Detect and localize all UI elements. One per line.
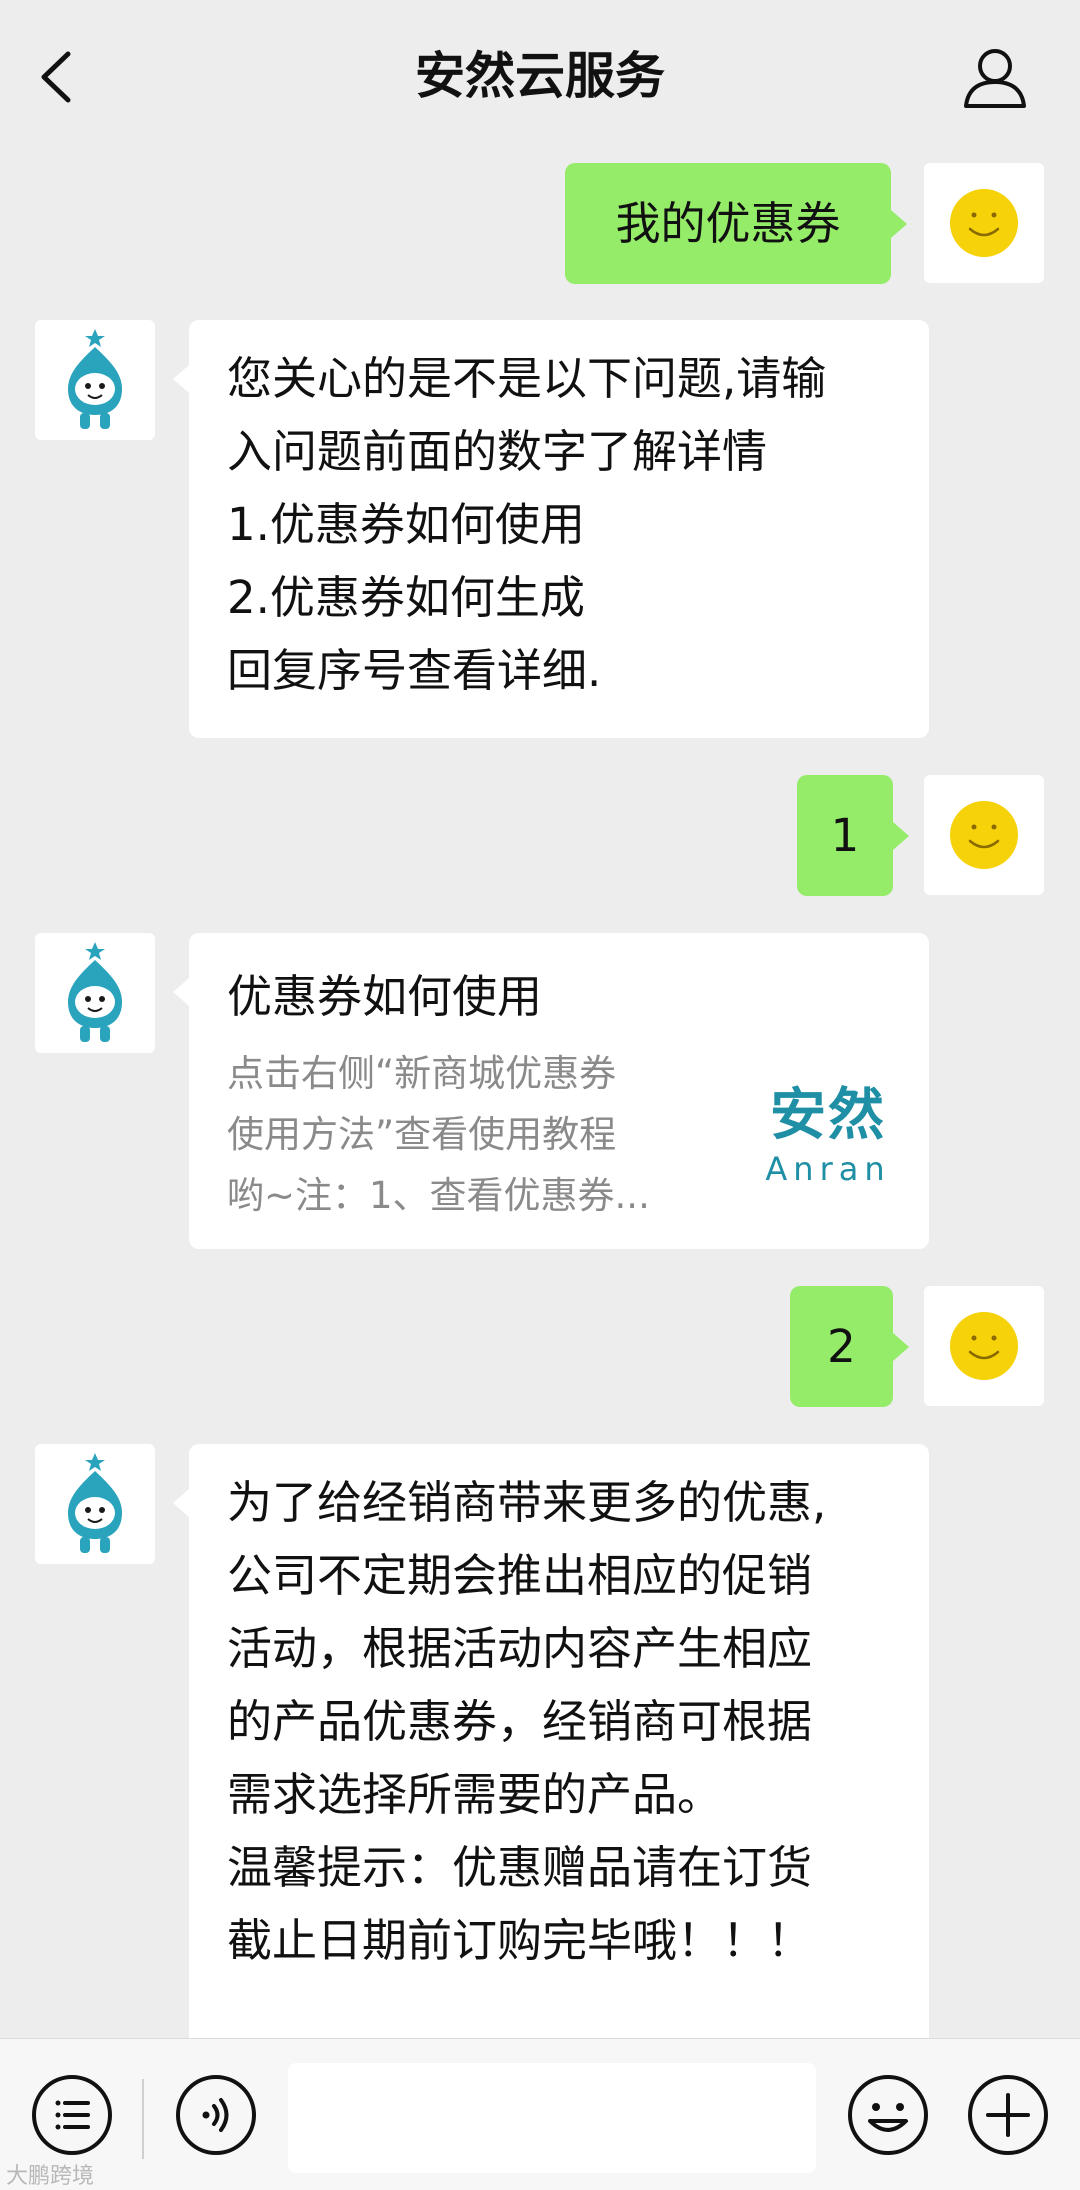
card-desc-line: 使用方法”查看使用教程 [227, 1113, 617, 1156]
message-line: 温馨提示：优惠赠品请在订货 [227, 1841, 813, 1894]
message-line: 2.优惠券如何生成 [227, 571, 585, 624]
brand-logo-subtext: Anran [765, 1150, 891, 1188]
card-desc-line: 哟~注：1、查看优惠券... [227, 1174, 650, 1217]
voice-icon [176, 2075, 256, 2155]
bot-avatar[interactable] [35, 933, 155, 1053]
card-thumbnail: 安然 Anran [763, 1083, 893, 1189]
smiley-icon [950, 189, 1018, 257]
message-line: 入问题前面的数字了解详情 [227, 425, 768, 478]
bot-avatar[interactable] [35, 1444, 155, 1564]
profile-button[interactable] [960, 42, 1030, 112]
message-line: 的产品优惠券，经销商可根据 [227, 1695, 813, 1748]
message-text: 1 [830, 809, 860, 862]
message-text: 2 [827, 1320, 856, 1373]
divider [142, 2079, 144, 2159]
link-card[interactable]: 优惠券如何使用 点击右侧“新商城优惠券 使用方法”查看使用教程 哟~注：1、查看… [189, 933, 929, 1249]
message-line: 您关心的是不是以下问题,请输 [227, 352, 827, 405]
bot-avatar[interactable] [35, 320, 155, 440]
mascot-icon [68, 1453, 122, 1553]
message-line: 公司不定期会推出相应的促销 [227, 1549, 813, 1602]
user-avatar[interactable] [924, 163, 1044, 283]
more-button[interactable] [966, 2073, 1050, 2157]
smiley-icon [950, 1312, 1018, 1380]
user-avatar[interactable] [924, 775, 1044, 895]
emoji-button[interactable] [846, 2073, 930, 2157]
card-title: 优惠券如何使用 [227, 970, 543, 1023]
menu-button[interactable] [30, 2073, 114, 2157]
chat-title: 安然云服务 [415, 47, 665, 105]
person-icon [964, 49, 1026, 108]
message-bubble[interactable]: 1 [797, 775, 893, 896]
list-menu-icon [32, 2075, 112, 2155]
message-bubble[interactable]: 我的优惠券 [565, 163, 891, 284]
message-line: 需求选择所需要的产品。 [227, 1768, 723, 1821]
message-bubble[interactable]: 您关心的是不是以下问题,请输 入问题前面的数字了解详情 1.优惠券如何使用 2.… [189, 320, 929, 738]
voice-button[interactable] [174, 2073, 258, 2157]
message-input[interactable] [288, 2063, 816, 2173]
message-line: 1.优惠券如何使用 [227, 498, 585, 551]
smiley-icon [950, 801, 1018, 869]
brand-logo-text: 安然 [770, 1083, 886, 1148]
message-bubble[interactable]: 2 [790, 1286, 893, 1407]
mascot-icon [68, 329, 122, 429]
card-desc-line: 点击右侧“新商城优惠券 [227, 1052, 617, 1095]
chat-header: 安然云服务 [0, 0, 1080, 155]
user-avatar[interactable] [924, 1286, 1044, 1406]
watermark: 大鹏跨境 [6, 2164, 95, 2189]
mascot-icon [68, 942, 122, 1042]
message-line: 活动，根据活动内容产生相应 [227, 1622, 813, 1675]
message-line: 为了给经销商带来更多的优惠, [227, 1476, 827, 1529]
plus-icon [968, 2075, 1048, 2155]
emoji-icon [848, 2075, 928, 2155]
message-bubble[interactable]: 为了给经销商带来更多的优惠, 公司不定期会推出相应的促销 活动，根据活动内容产生… [189, 1444, 929, 2064]
message-text: 我的优惠券 [615, 197, 841, 250]
card-description: 点击右侧“新商城优惠券 使用方法”查看使用教程 哟~注：1、查看优惠券... [227, 1043, 727, 1226]
input-bar [0, 2038, 1080, 2190]
message-line: 回复序号查看详细. [227, 644, 602, 697]
message-line: 截止日期前订购完毕哦！！！ [227, 1914, 813, 1967]
